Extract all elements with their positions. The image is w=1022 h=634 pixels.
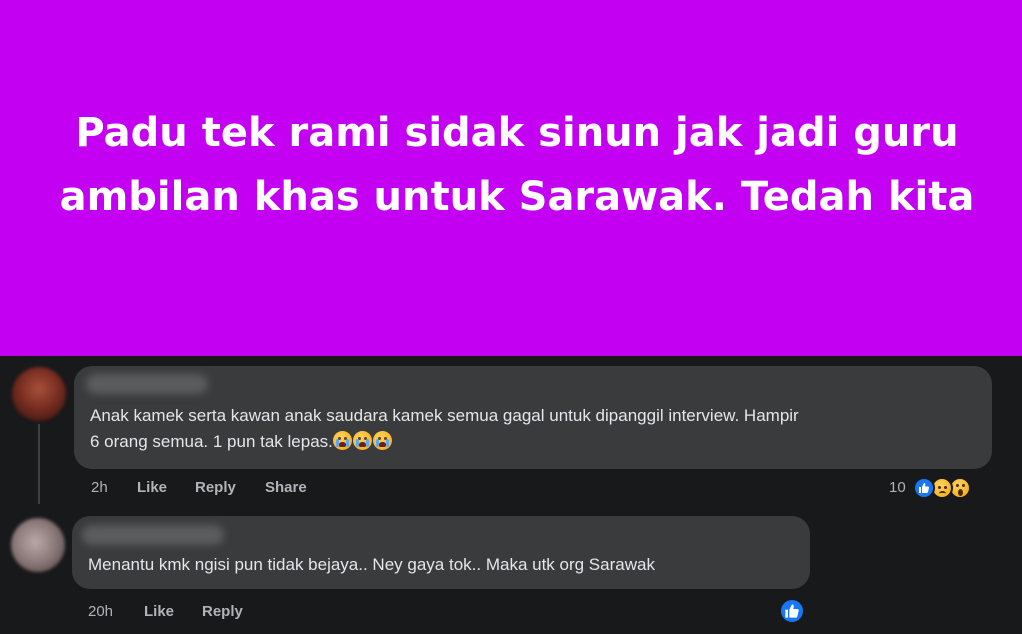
reaction-count[interactable]: 10 <box>889 479 906 496</box>
comment-time[interactable]: 2h <box>91 479 108 496</box>
commenter-name-blurred[interactable] <box>82 525 224 545</box>
share-button[interactable]: Share <box>265 479 307 496</box>
crying-face-icon <box>332 431 352 450</box>
banner-text-line-1: Padu tek rami sidak sinun jak jadi guru <box>75 110 959 156</box>
avatar[interactable] <box>12 367 66 421</box>
comment-text-line-2-text: 6 orang semua. 1 pun tak lepas. <box>90 432 333 451</box>
crying-face-icon <box>372 431 392 450</box>
commenter-name-blurred[interactable] <box>86 374 208 394</box>
comment-time[interactable]: 20h <box>88 603 113 620</box>
reply-button[interactable]: Reply <box>202 603 243 620</box>
post-banner: Padu tek rami sidak sinun jak jadi guru … <box>0 0 1022 356</box>
comment-text-line-1: Anak kamek serta kawan anak saudara kame… <box>90 406 799 425</box>
comment-text-line-2: 6 orang semua. 1 pun tak lepas. <box>90 429 393 455</box>
like-button[interactable]: Like <box>137 479 167 496</box>
like-button[interactable]: Like <box>144 603 174 620</box>
thread-connector <box>38 424 40 504</box>
comment-text: Menantu kmk ngisi pun tidak bejaya.. Ney… <box>88 555 655 574</box>
like-reaction-icon[interactable] <box>779 598 805 624</box>
banner-text-line-2: ambilan khas untuk Sarawak. Tedah kita <box>59 174 975 220</box>
like-reaction-icon[interactable] <box>913 477 935 499</box>
crying-face-icon <box>352 431 372 450</box>
avatar[interactable] <box>11 518 65 572</box>
reply-button[interactable]: Reply <box>195 479 236 496</box>
